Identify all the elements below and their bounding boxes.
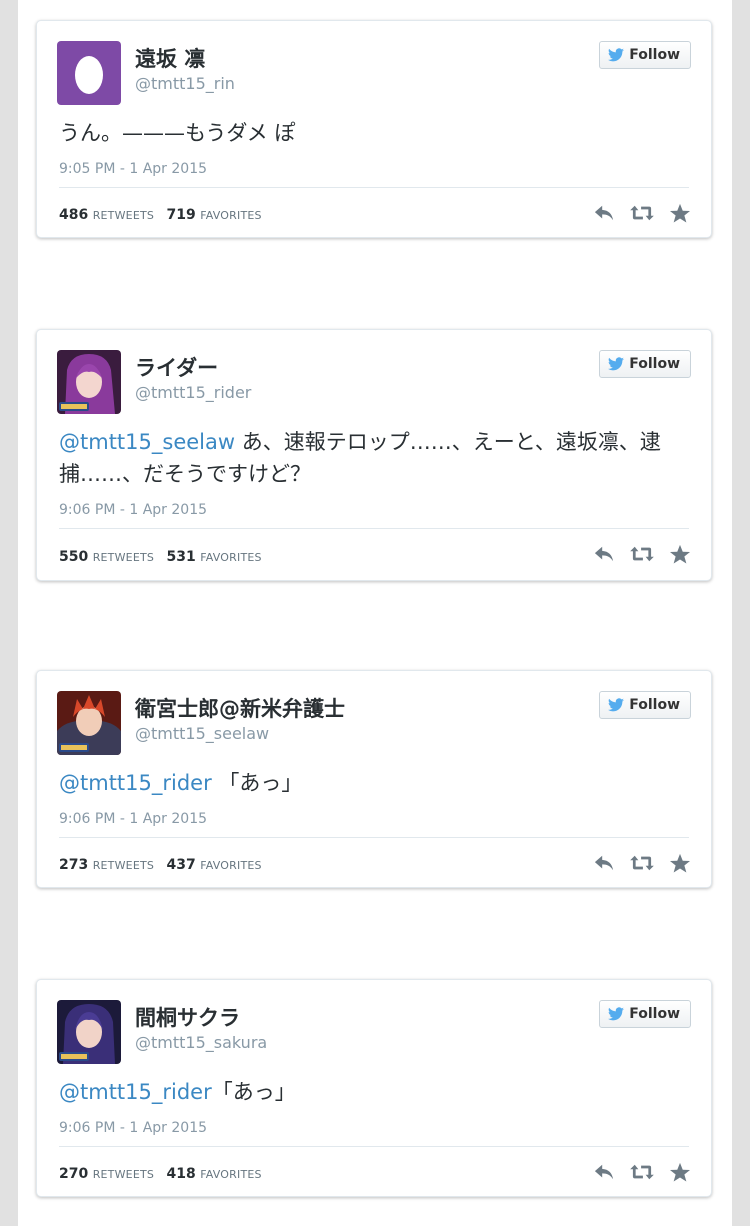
tweet-stats: 550 RETWEETS 531 FAVORITES bbox=[59, 549, 270, 565]
tweet-actions bbox=[593, 1162, 691, 1182]
retweet-count[interactable]: 270 bbox=[59, 1166, 88, 1182]
reply-icon[interactable] bbox=[593, 1162, 615, 1182]
mention-link[interactable]: @tmtt15_rider bbox=[59, 1080, 212, 1104]
favorite-count[interactable]: 418 bbox=[167, 1166, 196, 1182]
tweet-text: @tmtt15_seelaw あ、速報テロップ……、えーと、遠坂凛、逮捕……、だ… bbox=[59, 426, 689, 490]
tweet-stats: 486 RETWEETS 719 FAVORITES bbox=[59, 207, 270, 223]
retweets-label: RETWEETS bbox=[92, 1168, 155, 1181]
mention-link[interactable]: @tmtt15_seelaw bbox=[59, 430, 235, 454]
follow-button[interactable]: Follow bbox=[599, 1000, 691, 1028]
display-name[interactable]: 間桐サクラ bbox=[135, 1002, 240, 1032]
favorite-star-icon[interactable] bbox=[669, 203, 691, 223]
divider bbox=[59, 187, 689, 188]
display-name[interactable]: ライダー bbox=[135, 352, 218, 382]
avatar-sakura[interactable] bbox=[57, 1000, 121, 1064]
rider-avatar-icon bbox=[57, 350, 121, 414]
tweet-card: 衛宮士郎@新米弁護士 @tmtt15_seelaw Follow @tmtt15… bbox=[36, 670, 712, 888]
tweet-body: うん。———もうダメ ぽ bbox=[59, 121, 296, 145]
favorites-label: FAVORITES bbox=[200, 551, 262, 564]
tweet-card: 遠坂 凛 @tmtt15_rin Follow うん。———もうダメ ぽ 9:0… bbox=[36, 20, 712, 238]
follow-button[interactable]: Follow bbox=[599, 350, 691, 378]
twitter-bird-icon bbox=[608, 357, 625, 371]
avatar-egg[interactable] bbox=[57, 41, 121, 105]
user-handle[interactable]: @tmtt15_sakura bbox=[135, 1033, 267, 1052]
tweet-text: @tmtt15_rider「あっ」 bbox=[59, 1076, 689, 1108]
favorite-star-icon[interactable] bbox=[669, 853, 691, 873]
tweet-text: @tmtt15_rider 「あっ」 bbox=[59, 767, 689, 799]
favorite-star-icon[interactable] bbox=[669, 544, 691, 564]
retweets-label: RETWEETS bbox=[92, 209, 155, 222]
display-name[interactable]: 衛宮士郎@新米弁護士 bbox=[135, 693, 345, 723]
favorites-label: FAVORITES bbox=[200, 1168, 262, 1181]
tweet-timestamp[interactable]: 9:06 PM - 1 Apr 2015 bbox=[59, 502, 207, 518]
user-handle[interactable]: @tmtt15_rin bbox=[135, 74, 235, 93]
mention-link[interactable]: @tmtt15_rider bbox=[59, 771, 212, 795]
twitter-bird-icon bbox=[608, 1007, 625, 1021]
follow-label: Follow bbox=[629, 356, 680, 372]
retweet-icon[interactable] bbox=[629, 544, 655, 564]
retweets-label: RETWEETS bbox=[92, 551, 155, 564]
divider bbox=[59, 837, 689, 838]
favorite-star-icon[interactable] bbox=[669, 1162, 691, 1182]
shirou-avatar-icon bbox=[57, 691, 121, 755]
tweet-card: 間桐サクラ @tmtt15_sakura Follow @tmtt15_ride… bbox=[36, 979, 712, 1197]
follow-button[interactable]: Follow bbox=[599, 41, 691, 69]
tweet-actions bbox=[593, 544, 691, 564]
retweet-count[interactable]: 550 bbox=[59, 549, 88, 565]
egg-avatar-icon bbox=[57, 41, 121, 105]
retweet-count[interactable]: 273 bbox=[59, 857, 88, 873]
avatar-shirou[interactable] bbox=[57, 691, 121, 755]
tweet-timestamp[interactable]: 9:06 PM - 1 Apr 2015 bbox=[59, 811, 207, 827]
tweet-text: うん。———もうダメ ぽ bbox=[59, 117, 689, 149]
timeline-page: 遠坂 凛 @tmtt15_rin Follow うん。———もうダメ ぽ 9:0… bbox=[18, 0, 732, 1226]
favorite-count[interactable]: 531 bbox=[167, 549, 196, 565]
user-handle[interactable]: @tmtt15_seelaw bbox=[135, 724, 269, 743]
tweet-body: 「あっ」 bbox=[211, 771, 303, 795]
favorite-count[interactable]: 437 bbox=[167, 857, 196, 873]
tweet-card: ライダー @tmtt15_rider Follow @tmtt15_seelaw… bbox=[36, 329, 712, 581]
favorites-label: FAVORITES bbox=[200, 209, 262, 222]
retweet-icon[interactable] bbox=[629, 853, 655, 873]
tweet-timestamp[interactable]: 9:06 PM - 1 Apr 2015 bbox=[59, 1120, 207, 1136]
retweets-label: RETWEETS bbox=[92, 859, 155, 872]
display-name[interactable]: 遠坂 凛 bbox=[135, 43, 205, 73]
avatar-rider[interactable] bbox=[57, 350, 121, 414]
favorite-count[interactable]: 719 bbox=[167, 207, 196, 223]
reply-icon[interactable] bbox=[593, 853, 615, 873]
tweet-actions bbox=[593, 203, 691, 223]
favorites-label: FAVORITES bbox=[200, 859, 262, 872]
follow-button[interactable]: Follow bbox=[599, 691, 691, 719]
sakura-avatar-icon bbox=[57, 1000, 121, 1064]
reply-icon[interactable] bbox=[593, 203, 615, 223]
follow-label: Follow bbox=[629, 1006, 680, 1022]
follow-label: Follow bbox=[629, 697, 680, 713]
tweet-actions bbox=[593, 853, 691, 873]
retweet-icon[interactable] bbox=[629, 1162, 655, 1182]
user-handle[interactable]: @tmtt15_rider bbox=[135, 383, 251, 402]
divider bbox=[59, 1146, 689, 1147]
tweet-stats: 273 RETWEETS 437 FAVORITES bbox=[59, 857, 270, 873]
twitter-bird-icon bbox=[608, 698, 625, 712]
follow-label: Follow bbox=[629, 47, 680, 63]
tweet-stats: 270 RETWEETS 418 FAVORITES bbox=[59, 1166, 270, 1182]
reply-icon[interactable] bbox=[593, 544, 615, 564]
tweet-body: 「あっ」 bbox=[211, 1080, 296, 1104]
tweet-timestamp[interactable]: 9:05 PM - 1 Apr 2015 bbox=[59, 161, 207, 177]
twitter-bird-icon bbox=[608, 48, 625, 62]
divider bbox=[59, 528, 689, 529]
retweet-count[interactable]: 486 bbox=[59, 207, 88, 223]
retweet-icon[interactable] bbox=[629, 203, 655, 223]
